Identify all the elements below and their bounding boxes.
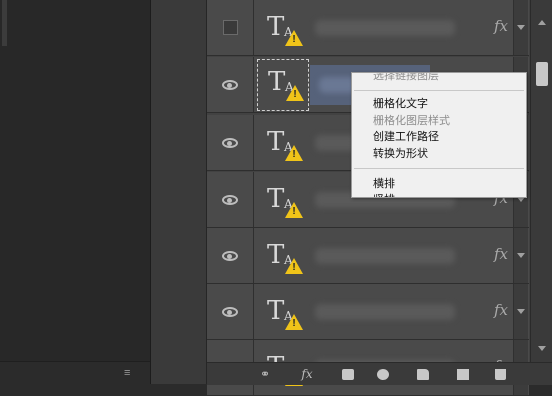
text-layer-thumbnail-icon[interactable]: TA! xyxy=(257,59,309,111)
visibility-toggle[interactable] xyxy=(207,57,254,112)
panel-menu-icon[interactable]: ≡ xyxy=(124,366,142,380)
left-panel: ≡ xyxy=(0,0,151,384)
menu-item[interactable]: 创建工作路径 xyxy=(373,130,439,143)
fx-icon[interactable]: fx xyxy=(299,367,315,381)
text-layer-glyph: T xyxy=(267,127,285,157)
chevron-down-icon xyxy=(517,309,525,314)
link-icon[interactable]: ⚭ xyxy=(257,367,273,381)
layer-name-blurred[interactable] xyxy=(315,248,455,264)
scroll-up-arrow-icon[interactable] xyxy=(538,20,546,25)
layer-name-blurred[interactable] xyxy=(315,304,455,320)
trash-icon[interactable] xyxy=(495,369,506,380)
context-menu: 选择链接图层栅格化文字栅格化图层样式创建工作路径转换为形状横排竖排 xyxy=(351,72,527,198)
warning-mark: ! xyxy=(292,34,296,45)
visibility-toggle[interactable] xyxy=(207,172,254,227)
menu-item[interactable]: 栅格化文字 xyxy=(373,97,428,110)
mask-icon[interactable] xyxy=(342,369,354,380)
eye-icon xyxy=(222,306,238,317)
text-layer-thumbnail-icon[interactable]: TA! xyxy=(263,126,303,161)
menu-separator xyxy=(354,168,524,169)
eye-icon xyxy=(222,194,238,205)
text-layer-glyph: T xyxy=(267,296,285,326)
text-layer-thumbnail-icon[interactable]: TA! xyxy=(263,11,303,46)
scrollbar-thumb[interactable] xyxy=(536,62,548,86)
layers-scrollbar[interactable] xyxy=(530,0,552,362)
eye-icon xyxy=(222,79,238,90)
text-layer-glyph: T xyxy=(267,240,285,270)
text-layer-glyph: T xyxy=(267,12,285,42)
layer-row[interactable]: TA! fx xyxy=(207,284,529,340)
left-panel-footer: ≡ xyxy=(0,361,150,384)
effects-expand-button[interactable] xyxy=(513,0,528,55)
menu-item: 选择链接图层 xyxy=(373,72,439,82)
warning-mark: ! xyxy=(292,262,296,273)
new-layer-icon[interactable] xyxy=(457,369,469,380)
warning-mark: ! xyxy=(293,89,297,100)
layer-effects-fx-icon[interactable]: fx xyxy=(494,17,508,35)
text-layer-glyph: T xyxy=(267,184,285,214)
visibility-toggle[interactable] xyxy=(207,0,254,55)
text-layer-glyph: T xyxy=(268,67,286,97)
warning-mark: ! xyxy=(292,318,296,329)
chevron-down-icon xyxy=(517,253,525,258)
menu-separator xyxy=(354,90,524,91)
layer-row[interactable]: TA! fx xyxy=(207,0,529,56)
text-layer-thumbnail-icon[interactable]: TA! xyxy=(263,295,303,330)
menu-item[interactable]: 竖排 xyxy=(373,193,395,197)
visibility-toggle[interactable] xyxy=(207,284,254,339)
menu-item[interactable]: 横排 xyxy=(373,177,395,190)
layer-effects-fx-icon[interactable]: fx xyxy=(494,301,508,319)
menu-item[interactable]: 转换为形状 xyxy=(373,147,428,160)
layers-bottom-toolbar: ⚭ fx xyxy=(207,362,552,385)
visibility-toggle[interactable] xyxy=(207,228,254,283)
eye-icon xyxy=(222,250,238,261)
text-layer-thumbnail-icon[interactable]: TA! xyxy=(263,239,303,274)
panel-divider xyxy=(151,0,207,384)
layer-name-blurred[interactable] xyxy=(315,20,455,36)
chevron-down-icon xyxy=(517,25,525,30)
warning-mark: ! xyxy=(292,149,296,160)
effects-expand-button[interactable] xyxy=(513,228,528,283)
effects-expand-button[interactable] xyxy=(513,284,528,339)
left-scrollbar-thumb[interactable] xyxy=(2,0,7,46)
folder-icon[interactable] xyxy=(417,369,429,380)
warning-mark: ! xyxy=(292,206,296,217)
layer-row[interactable]: TA! fx xyxy=(207,228,529,284)
menu-item: 栅格化图层样式 xyxy=(373,114,450,127)
visibility-toggle[interactable] xyxy=(207,115,254,170)
eye-icon xyxy=(222,137,238,148)
visibility-off-icon xyxy=(222,20,238,35)
adjustment-icon[interactable] xyxy=(377,369,389,380)
text-layer-thumbnail-icon[interactable]: TA! xyxy=(263,183,303,218)
layer-effects-fx-icon[interactable]: fx xyxy=(494,245,508,263)
scroll-down-arrow-icon[interactable] xyxy=(538,346,546,351)
